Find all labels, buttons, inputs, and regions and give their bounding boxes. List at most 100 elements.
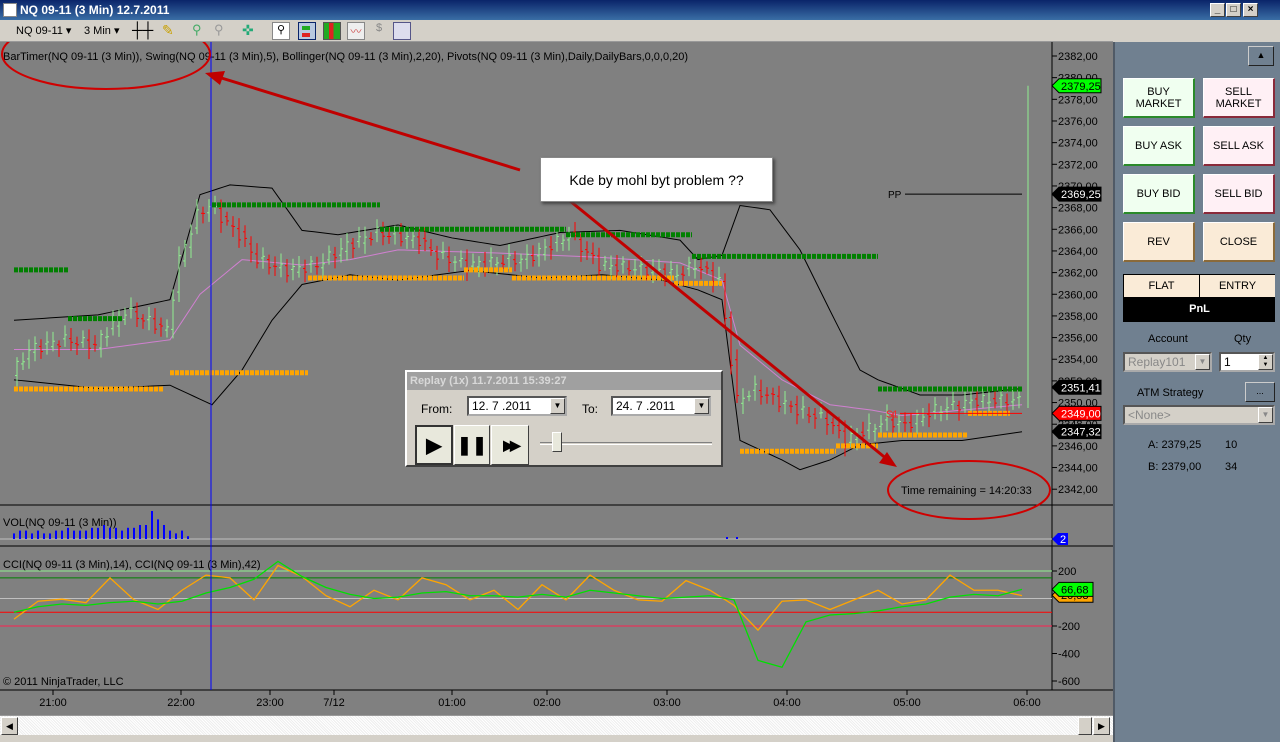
buy-market-button[interactable]: BUY MARKET — [1123, 78, 1195, 118]
price-tick-label: 2372,00 — [1058, 159, 1098, 171]
pause-button[interactable]: ❚❚ — [454, 425, 490, 465]
time-tick-label: 03:00 — [653, 697, 681, 709]
sell-market-button[interactable]: SELL MARKET — [1203, 78, 1275, 118]
scroll-left-button[interactable]: ◀ — [1, 717, 18, 735]
indicator-label: BarTimer(NQ 09-11 (3 Min)), Swing(NQ 09-… — [3, 51, 688, 63]
atm-strategy-button[interactable]: ... — [1245, 382, 1275, 402]
arrowhead-icon — [205, 71, 225, 85]
price-marker-label: 2351,41 — [1061, 382, 1101, 394]
time-tick-label: 21:00 — [39, 697, 67, 709]
time-tick-label: 04:00 — [773, 697, 801, 709]
from-date-picker[interactable]: 12. 7 .2011 ▼ — [467, 396, 567, 416]
bid-size: 34 — [1225, 461, 1238, 473]
annotation-callout: Kde by mohl byt problem ?? — [540, 157, 773, 202]
chart-trader-icon-bar — [302, 33, 310, 37]
time-tick-label: 23:00 — [256, 697, 284, 709]
qty-value: 1 — [1224, 355, 1231, 369]
atm-strategy-value: <None> — [1128, 408, 1171, 422]
instrument-dropdown[interactable]: NQ 09-11 ▾ — [16, 22, 71, 40]
ask-size: 10 — [1225, 439, 1238, 451]
buy-bid-button[interactable]: BUY BID — [1123, 174, 1195, 214]
scroll-thumb[interactable] — [1078, 717, 1092, 735]
time-tick-label: 02:00 — [533, 697, 561, 709]
pivot-pp-label: PP — [888, 190, 902, 201]
cci-label: CCI(NQ 09-11 (3 Min),14), CCI(NQ 09-11 (… — [3, 559, 261, 571]
sell-bid-button[interactable]: SELL BID — [1203, 174, 1275, 214]
instrument-value: NQ 09-11 — [16, 25, 63, 37]
cci-tick-label: 200 — [1058, 566, 1076, 578]
play-button[interactable]: ▶ — [415, 425, 453, 465]
zoom-in-icon[interactable]: ⚲ — [192, 22, 210, 40]
toolbar: NQ 09-11 ▾ 3 Min ▾ ┼┼ ✎ ⚲ ⚲ ✜ ⚲ 〰 $ — [0, 20, 1113, 42]
speed-slider-track[interactable] — [540, 442, 712, 445]
cci14-line — [13, 564, 1023, 632]
price-tick-label: 2364,00 — [1058, 246, 1098, 258]
pencil-icon[interactable]: ✎ — [162, 22, 180, 40]
pnl-display: PnL — [1189, 303, 1210, 315]
pivot-s1-label: S1 — [886, 409, 899, 420]
price-marker-label: 2349,00 — [1061, 408, 1101, 420]
atm-strategy-dropdown[interactable]: <None> ▼ — [1123, 405, 1275, 425]
replay-title: Replay (1x) 11.7.2011 15:39:27 — [407, 372, 721, 390]
indicators-icon[interactable]: 〰 — [347, 22, 365, 40]
price-tick-label: 2354,00 — [1058, 354, 1098, 366]
position-display: FLAT ENTRY PnL — [1123, 274, 1275, 322]
volume-marker-label: 2 — [1060, 534, 1066, 546]
account-dropdown[interactable]: Replay101 ▼ — [1123, 352, 1212, 372]
replay-dialog: Replay (1x) 11.7.2011 15:39:27 From: 12.… — [405, 370, 723, 467]
price-marker-label: 2369,25 — [1061, 189, 1101, 201]
to-date-picker[interactable]: 24. 7 .2011 ▼ — [611, 396, 711, 416]
from-label: From: — [421, 402, 453, 416]
interval-dropdown[interactable]: 3 Min ▾ — [84, 22, 119, 40]
bar-type-icon[interactable]: ┼┼ — [132, 22, 153, 40]
price-tick-label: 2346,00 — [1058, 441, 1098, 453]
qty-stepper[interactable]: 1 ▲ ▼ — [1219, 352, 1275, 372]
app-icon — [3, 3, 17, 17]
chart-trader-panel: ▲ BUY MARKET SELL MARKET BUY ASK SELL AS… — [1113, 42, 1280, 742]
scroll-right-button[interactable]: ▶ — [1093, 717, 1110, 735]
account-label: Account — [1148, 333, 1188, 345]
time-tick-label: 05:00 — [893, 697, 921, 709]
time-tick-label: 7/12 — [323, 697, 344, 709]
strategy-icon[interactable]: $ — [370, 22, 388, 40]
crosshair-icon[interactable]: ✜ — [242, 22, 260, 40]
from-date-value: 12. 7 .2011 — [472, 399, 532, 413]
time-tick-label: 06:00 — [1013, 697, 1041, 709]
bid-price: B: 2379,00 — [1148, 461, 1202, 473]
close-button[interactable]: × — [1243, 3, 1258, 17]
time-tick-label: 22:00 — [167, 697, 195, 709]
to-label: To: — [582, 402, 599, 416]
chart-trader-icon[interactable] — [298, 22, 316, 40]
buy-ask-button[interactable]: BUY ASK — [1123, 126, 1195, 166]
properties-icon[interactable] — [393, 22, 411, 40]
dropdown-arrow-icon[interactable]: ▼ — [694, 398, 709, 414]
price-marker-label: 2379,25 — [1061, 81, 1101, 93]
chart-area[interactable]: BarTimer(NQ 09-11 (3 Min)), Swing(NQ 09-… — [0, 42, 1113, 715]
price-tick-label: 2360,00 — [1058, 289, 1098, 301]
reverse-button[interactable]: REV — [1123, 222, 1195, 262]
speed-slider-thumb[interactable] — [552, 432, 562, 452]
bars-icon[interactable] — [323, 22, 341, 40]
collapse-panel-button[interactable]: ▲ — [1248, 46, 1274, 66]
annotation-ellipse — [1, 42, 211, 90]
window-title: NQ 09-11 (3 Min) 12.7.2011 — [20, 3, 170, 17]
horizontal-scrollbar[interactable]: ◀ ▶ — [0, 715, 1113, 735]
minimize-button[interactable]: _ — [1210, 3, 1225, 17]
price-tick-label: 2378,00 — [1058, 94, 1098, 106]
maximize-button[interactable]: □ — [1226, 3, 1241, 17]
account-value: Replay101 — [1128, 355, 1186, 369]
cci-tick-label: -600 — [1058, 676, 1080, 688]
dropdown-arrow-icon[interactable]: ▼ — [550, 398, 565, 414]
sell-ask-button[interactable]: SELL ASK — [1203, 126, 1275, 166]
dropdown-arrow-icon[interactable]: ▼ — [1258, 407, 1273, 423]
fast-forward-button[interactable]: ▶▶ — [491, 425, 529, 465]
time-tick-label: 01:00 — [438, 697, 466, 709]
entry-price: ENTRY — [1200, 275, 1275, 297]
close-position-button[interactable]: CLOSE — [1203, 222, 1275, 262]
zoom-out-icon[interactable]: ⚲ — [214, 22, 232, 40]
spin-arrows-icon[interactable]: ▲ ▼ — [1258, 354, 1273, 370]
magnifier-icon[interactable]: ⚲ — [272, 22, 290, 40]
time-remaining-text: Time remaining = 14:20:33 — [901, 485, 1032, 497]
title-bar: NQ 09-11 (3 Min) 12.7.2011 _ □ × — [0, 0, 1280, 20]
dropdown-arrow-icon[interactable]: ▼ — [1195, 354, 1210, 370]
